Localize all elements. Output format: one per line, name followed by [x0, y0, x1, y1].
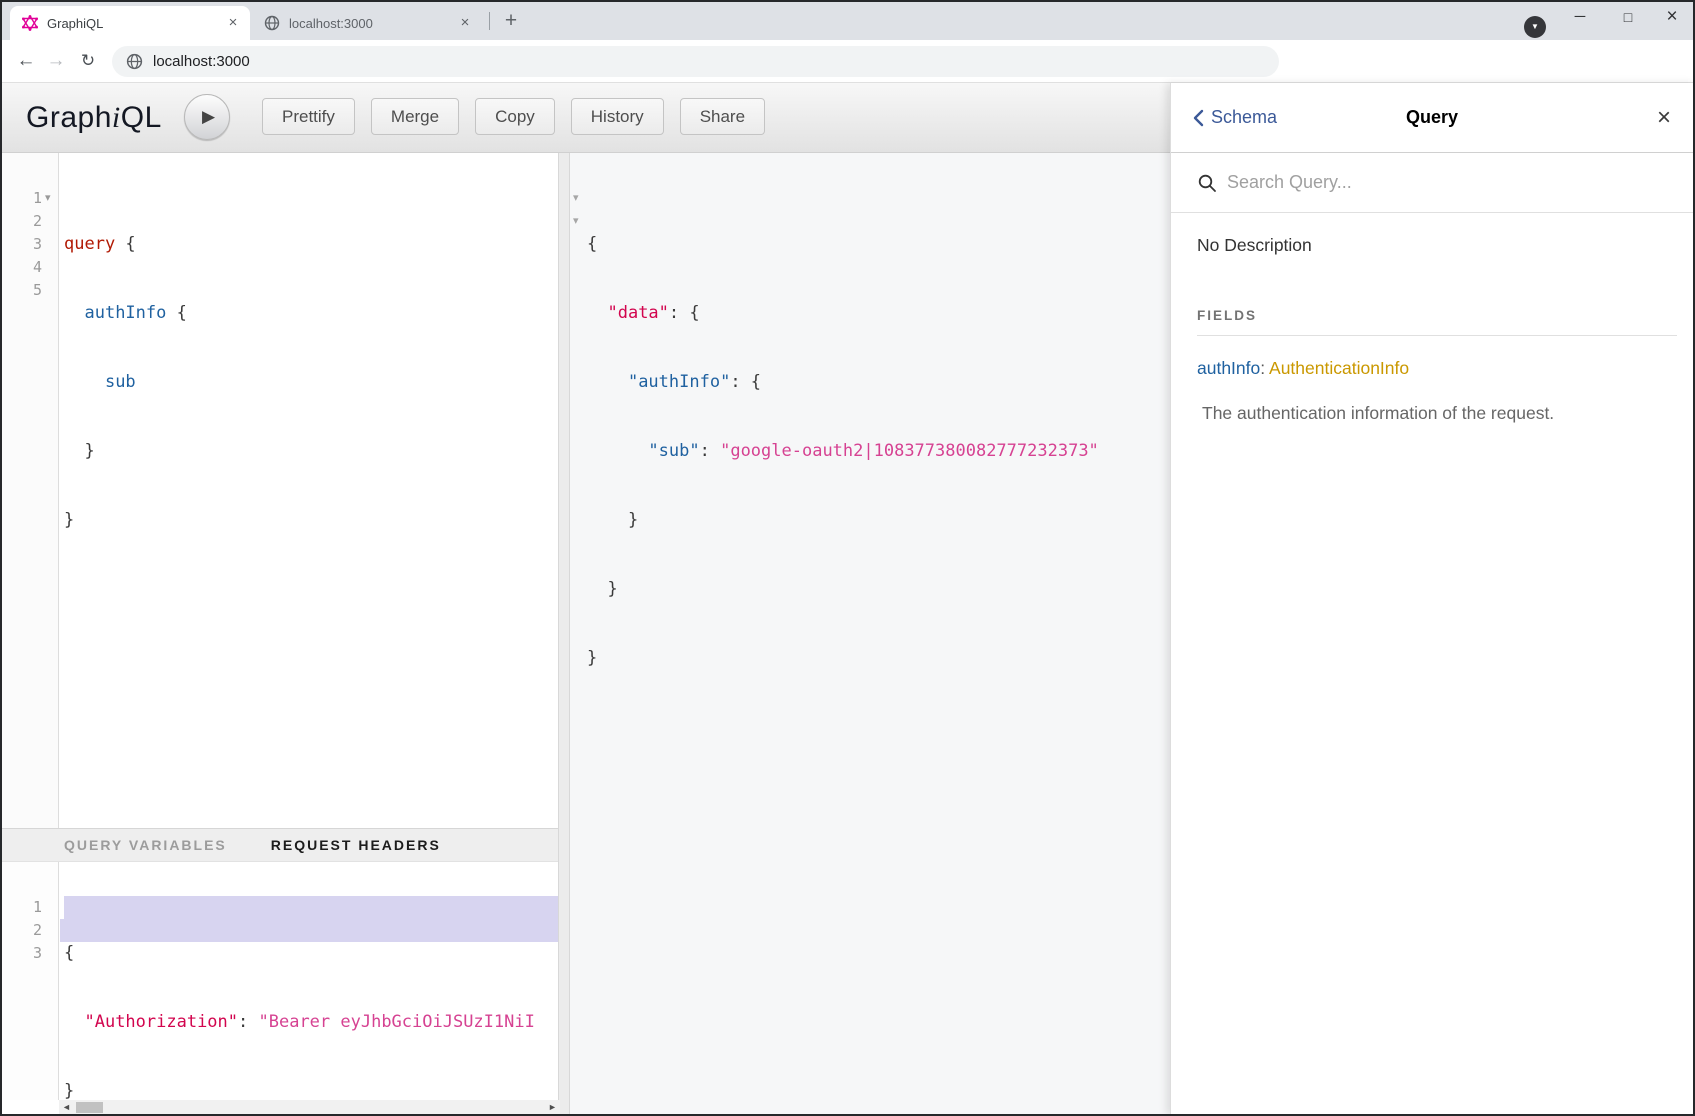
query-editor-gutter: 1 2 3 4 5 ▾ [2, 153, 59, 828]
secondary-editor-titlebar: QUERY VARIABLES REQUEST HEADERS [2, 828, 558, 862]
pane-resize-handle[interactable] [558, 153, 570, 1115]
copy-button[interactable]: Copy [475, 98, 555, 135]
line-number: 3 [2, 942, 42, 965]
scroll-left-arrow[interactable]: ◄ [59, 1100, 74, 1115]
line-number: 4 [2, 256, 42, 279]
doc-explorer-header: Schema Query × [1171, 83, 1695, 153]
doc-explorer: Schema Query × No Description FIELDS aut… [1170, 83, 1695, 1115]
doc-no-description: No Description [1197, 235, 1695, 256]
doc-title: Query [1406, 107, 1458, 128]
result-viewer: ▾ ▾ { "data": { "authInfo": { "sub": "go… [570, 153, 1170, 1115]
line-number: 3 [2, 233, 42, 256]
reload-button[interactable]: ↻ [74, 47, 102, 75]
search-icon [1197, 173, 1217, 193]
tab-close-icon[interactable]: × [456, 14, 474, 32]
line-number: 5 [2, 279, 42, 302]
toolbar-buttons: Prettify Merge Copy History Share [262, 98, 781, 135]
tab-strip: GraphiQL × localhost:3000 × + ▼ ─ □ × [2, 2, 1693, 40]
globe-icon [126, 53, 143, 70]
forward-button[interactable]: → [42, 47, 70, 75]
window-minimize-button[interactable]: ─ [1558, 4, 1602, 30]
tab-close-icon[interactable]: × [224, 14, 242, 32]
chevron-down-icon: ▼ [1531, 22, 1539, 31]
line-number: 2 [2, 210, 42, 233]
headers-code: { "Authorization": "Bearer eyJhbGciOiJSU… [64, 896, 535, 1100]
doc-search-input[interactable] [1227, 172, 1607, 193]
play-icon: ▶ [202, 107, 215, 127]
address-bar[interactable]: localhost:3000 [112, 46, 1279, 77]
history-button[interactable]: History [571, 98, 664, 135]
prettify-button[interactable]: Prettify [262, 98, 355, 135]
fold-arrow-icon[interactable]: ▾ [573, 187, 579, 210]
fold-arrow-icon[interactable]: ▾ [45, 187, 51, 210]
execute-query-button[interactable]: ▶ [184, 94, 230, 140]
tab-localhost[interactable]: localhost:3000 × [252, 6, 482, 40]
graphiql-logo-icon [22, 15, 38, 31]
doc-content: No Description FIELDS authInfo: Authenti… [1171, 213, 1695, 424]
share-button[interactable]: Share [680, 98, 765, 135]
line-number: 1 [2, 896, 42, 919]
query-code: query { authInfo { sub } } [64, 187, 187, 578]
new-tab-button[interactable]: + [498, 8, 524, 34]
line-number: 1 [2, 187, 42, 210]
doc-back-link[interactable]: Schema [1171, 107, 1406, 128]
tab-separator [489, 12, 490, 30]
doc-category-title: FIELDS [1197, 308, 1695, 323]
query-editor[interactable]: 1 2 3 4 5 ▾ query { authInfo { sub } } [2, 153, 558, 828]
doc-field-name-link[interactable]: authInfo [1197, 358, 1260, 378]
tab-title: localhost:3000 [289, 16, 456, 31]
graphiql-logo: GraphiQL [26, 101, 162, 135]
result-json: { "data": { "authInfo": { "sub": "google… [587, 187, 1099, 716]
browser-toolbar: ← → ↻ localhost:3000 uo P Tp [2, 40, 1693, 83]
back-button[interactable]: ← [12, 47, 40, 75]
request-headers-editor[interactable]: 1 2 3 { "Authorization": "Bearer eyJhbGc… [2, 862, 558, 1100]
scroll-right-arrow[interactable]: ► [545, 1100, 560, 1115]
headers-editor-gutter: 1 2 3 [2, 862, 59, 1100]
doc-field-type-link[interactable]: AuthenticationInfo [1269, 358, 1409, 378]
merge-button[interactable]: Merge [371, 98, 459, 135]
fold-arrow-icon[interactable]: ▾ [573, 210, 579, 233]
tab-search-button[interactable]: ▼ [1524, 16, 1546, 38]
window-close-button[interactable]: × [1650, 4, 1694, 30]
url-text: localhost:3000 [153, 53, 250, 70]
tab-graphiql[interactable]: GraphiQL × [10, 6, 250, 40]
doc-search-row [1171, 153, 1695, 213]
tab-query-variables[interactable]: QUERY VARIABLES [64, 837, 227, 853]
doc-back-label: Schema [1211, 107, 1277, 128]
window-maximize-button[interactable]: □ [1606, 4, 1650, 30]
doc-close-icon[interactable]: × [1657, 106, 1671, 130]
browser-window: GraphiQL × localhost:3000 × + ▼ ─ □ × ← … [0, 0, 1695, 1116]
globe-icon [264, 15, 280, 31]
chevron-left-icon [1193, 109, 1204, 127]
tab-request-headers[interactable]: REQUEST HEADERS [271, 837, 441, 853]
horizontal-scrollbar[interactable]: ◄ ► [59, 1100, 560, 1115]
line-number: 2 [2, 919, 42, 942]
doc-field-description: The authentication information of the re… [1202, 403, 1673, 424]
scrollbar-thumb[interactable] [76, 1102, 103, 1113]
tab-title: GraphiQL [47, 16, 224, 31]
doc-category-divider [1197, 335, 1677, 336]
doc-field-row: authInfo: AuthenticationInfo [1197, 358, 1695, 379]
